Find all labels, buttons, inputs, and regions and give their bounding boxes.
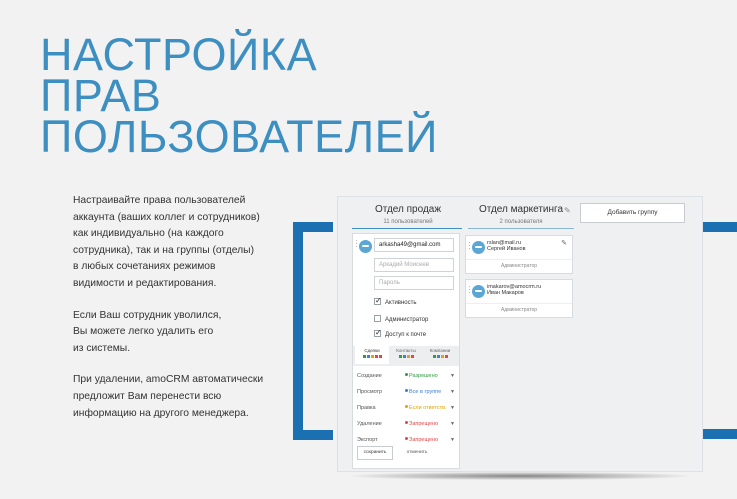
permission-row-view[interactable]: Просмотр Все в группе ▼	[357, 386, 457, 398]
member-role: Администратор	[500, 307, 538, 313]
member-name: Сергей Иванов	[487, 246, 526, 252]
status-dot-icon	[405, 421, 408, 424]
tab-contacts[interactable]: Контакты	[389, 348, 423, 358]
checkbox-checked-icon[interactable]	[374, 328, 382, 337]
chevron-down-icon[interactable]: ▼	[450, 418, 455, 430]
add-group-button[interactable]: Добавить группу	[580, 203, 685, 223]
name-field[interactable]: Аркадий Моисеев	[374, 258, 454, 272]
permission-label: Просмотр	[357, 389, 383, 395]
permission-summary-icon	[355, 355, 389, 358]
chevron-down-icon[interactable]: ▼	[450, 434, 455, 446]
permission-value[interactable]: Если ответств.	[405, 402, 447, 414]
divider	[466, 303, 572, 304]
permission-value[interactable]: Запрещено	[405, 418, 438, 430]
decorative-frame	[703, 429, 737, 439]
group-name: Отдел маркетинга	[478, 204, 564, 215]
user-rights-app: Отдел продаж 11 пользователей Отдел марк…	[337, 196, 703, 472]
member-card[interactable]: · · · rslan@mail.ru Сергей Иванов ✎ Админи…	[465, 235, 573, 274]
tab-label: Контакты	[396, 348, 416, 353]
permission-value-text: Если ответств.	[409, 405, 447, 411]
chevron-down-icon[interactable]: ▼	[450, 386, 455, 398]
permission-row-delete[interactable]: Удаление Запрещено ▼	[357, 418, 457, 430]
cancel-button[interactable]: отменить	[399, 446, 435, 460]
status-dot-icon	[405, 373, 408, 376]
permission-value[interactable]: Все в группе	[405, 386, 441, 398]
permission-value-text: Запрещено	[409, 437, 439, 443]
checkbox-label: Администратор	[385, 317, 429, 323]
permission-value[interactable]: Запрещено	[405, 434, 438, 446]
admin-checkbox[interactable]: Администратор	[374, 315, 428, 323]
permission-row-create[interactable]: Создание Разрешено ▼	[357, 370, 457, 382]
checkbox-label: Доступ к почте	[385, 332, 427, 338]
permission-summary-icon	[423, 355, 457, 358]
active-group-underline	[352, 228, 462, 229]
drag-handle-icon[interactable]: · · ·	[468, 283, 471, 297]
mail-access-checkbox[interactable]: Доступ к почте	[374, 328, 427, 338]
password-field[interactable]: Пароль	[374, 276, 454, 290]
tab-label: Сделки	[364, 348, 380, 353]
tab-deals[interactable]: Сделки	[355, 346, 389, 364]
checkbox-icon[interactable]	[374, 315, 381, 322]
chevron-down-icon[interactable]: ▼	[450, 402, 455, 414]
screenshot-shadow	[352, 472, 688, 480]
tab-companies[interactable]: Компании	[423, 348, 457, 358]
description-paragraph: Настраивайте права пользователей аккаунт…	[73, 195, 260, 289]
decorative-frame	[293, 222, 333, 440]
group-underline	[468, 228, 574, 229]
entity-tabs: Сделки Контакты Компании	[353, 346, 459, 366]
group-count: 11 пользователей	[383, 219, 433, 225]
edit-pencil-icon[interactable]: ✎	[561, 239, 567, 247]
status-dot-icon	[405, 437, 408, 440]
user-edit-card: · · · arkasha49@gmail.com Аркадий Моисеев …	[352, 233, 460, 469]
avatar	[472, 241, 485, 254]
member-role: Администратор	[500, 263, 538, 269]
member-name: Иван Макаров	[487, 290, 524, 296]
headline-line: НАСТРОЙКА	[40, 29, 318, 80]
tab-label: Компании	[429, 348, 451, 353]
headline-line: ПОЛЬЗОВАТЕЛЕЙ	[40, 111, 438, 162]
divider	[466, 259, 572, 260]
decorative-frame	[703, 222, 737, 232]
checkbox-checked-icon[interactable]	[374, 296, 382, 305]
member-card[interactable]: · · · imakarov@amocrm.ru Иван Макаров Адми…	[465, 279, 573, 318]
status-dot-icon	[405, 405, 408, 408]
description: Настраивайте права пользователей аккаунт…	[73, 193, 288, 437]
avatar	[359, 240, 372, 253]
permission-label: Создание	[357, 373, 382, 379]
group-tab-marketing[interactable]: Отдел маркетинга 2 пользователя	[466, 204, 576, 225]
permission-value-text: Запрещено	[409, 421, 439, 427]
permission-row-export[interactable]: Экспорт Запрещено ▼	[357, 434, 457, 446]
group-count: 2 пользователя	[499, 219, 543, 225]
permission-summary-icon	[389, 355, 423, 358]
save-button[interactable]: сохранить	[357, 446, 393, 460]
permission-value-text: Разрешено	[409, 373, 438, 379]
avatar	[472, 285, 485, 298]
permission-label: Экспорт	[357, 437, 378, 443]
description-paragraph: Если Ваш сотрудник уволился, Вы можете л…	[73, 309, 222, 354]
drag-handle-icon[interactable]: · · ·	[355, 237, 358, 251]
group-tab-sales[interactable]: Отдел продаж 11 пользователей	[348, 204, 468, 225]
active-checkbox[interactable]: Активность	[374, 296, 417, 306]
permission-label: Удаление	[357, 421, 382, 427]
permission-row-edit[interactable]: Правка Если ответств. ▼	[357, 402, 457, 414]
description-paragraph: При удалении, amoCRM автоматически предл…	[73, 374, 264, 419]
group-name: Отдел продаж	[374, 204, 442, 215]
permission-label: Правка	[357, 405, 376, 411]
headline-line: ПРАВ	[40, 70, 162, 121]
drag-handle-icon[interactable]: · · ·	[468, 239, 471, 253]
checkbox-label: Активность	[385, 300, 417, 306]
permission-value[interactable]: Разрешено	[405, 370, 438, 382]
edit-group-pencil-icon[interactable]: ✎	[564, 206, 571, 215]
page-headline: НАСТРОЙКА ПРАВ ПОЛЬЗОВАТЕЛЕЙ	[40, 29, 460, 162]
permission-value-text: Все в группе	[409, 389, 442, 395]
email-field[interactable]: arkasha49@gmail.com	[374, 238, 454, 252]
status-dot-icon	[405, 389, 408, 392]
chevron-down-icon[interactable]: ▼	[450, 370, 455, 382]
